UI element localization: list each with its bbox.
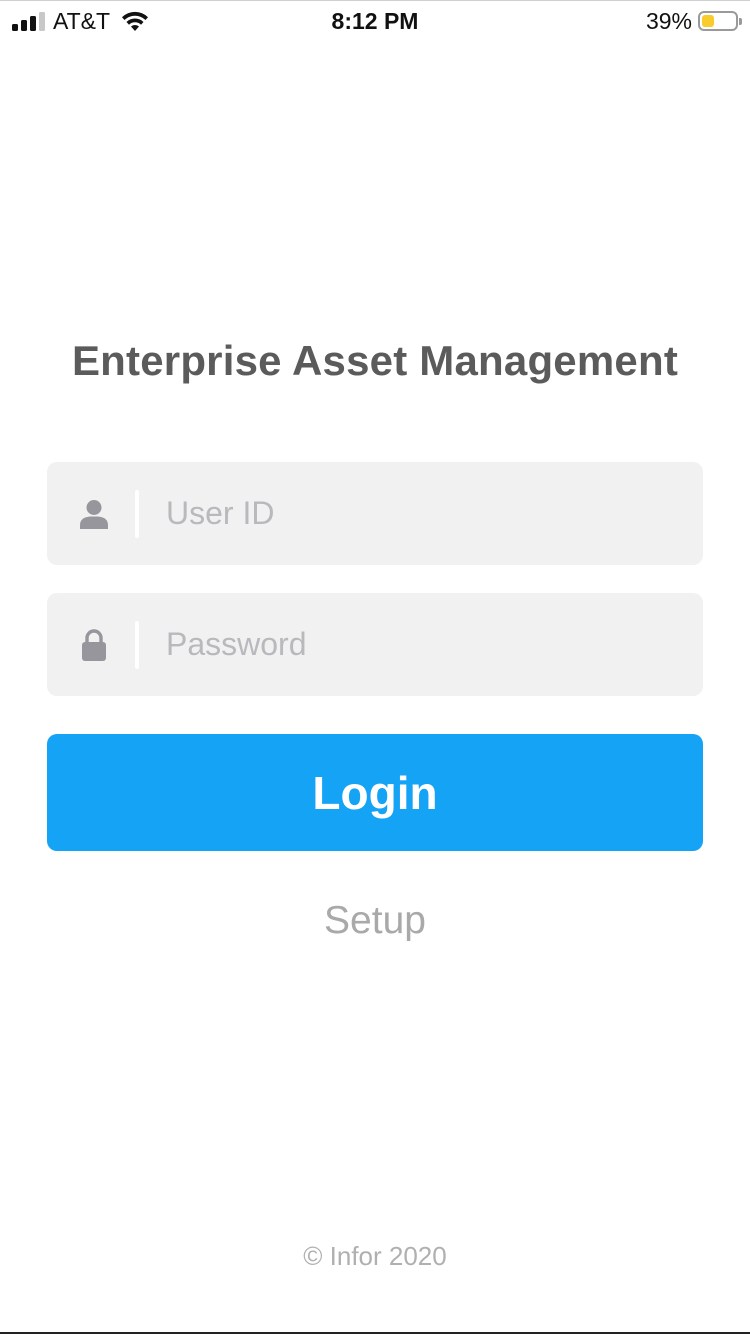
- battery-level: [702, 15, 715, 27]
- lock-icon: [47, 628, 141, 661]
- user-id-field[interactable]: [47, 462, 703, 565]
- status-time: 8:12 PM: [331, 8, 419, 34]
- field-divider: [135, 620, 139, 669]
- battery-icon: [698, 11, 742, 31]
- app-title: Enterprise Asset Management: [71, 337, 679, 384]
- field-divider: [135, 489, 139, 538]
- login-screen: AT&T 8:12 PM 39% Enterprise Asset Manage…: [0, 0, 750, 1334]
- password-input[interactable]: [166, 614, 703, 675]
- status-right: 39%: [645, 7, 742, 35]
- battery-percent: 39%: [645, 7, 692, 34]
- login-button[interactable]: Login: [47, 734, 703, 851]
- user-icon: [47, 499, 141, 529]
- copyright-footer: © Infor 2020: [303, 1241, 447, 1271]
- setup-link[interactable]: Setup: [0, 899, 750, 943]
- status-bar: AT&T 8:12 PM 39%: [0, 1, 750, 41]
- user-id-input[interactable]: [166, 483, 703, 544]
- password-field[interactable]: [47, 593, 703, 696]
